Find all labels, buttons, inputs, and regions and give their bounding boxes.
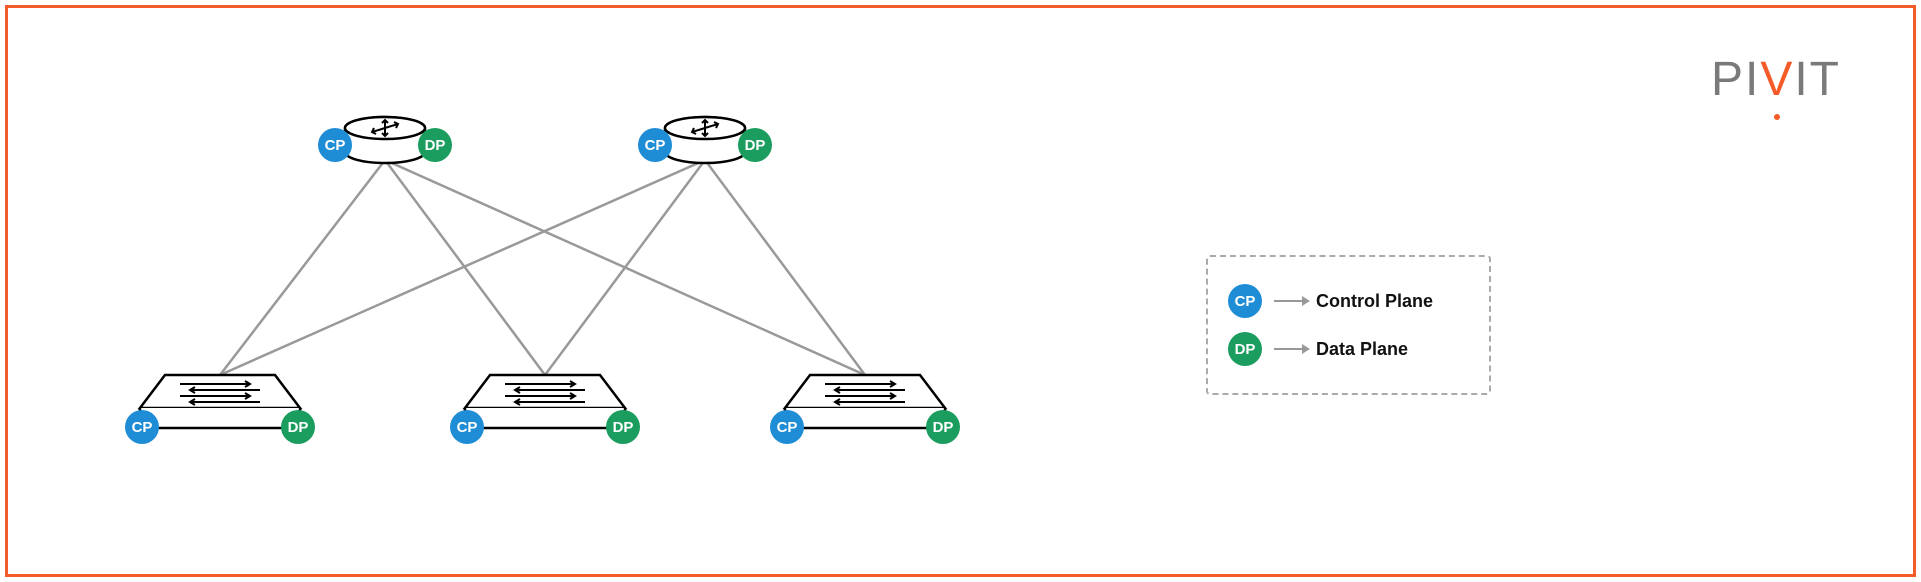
link-r2-s2 — [545, 160, 705, 375]
switch-3: CP DP — [780, 370, 950, 435]
switch-icon — [460, 370, 630, 435]
switch-icon — [135, 370, 305, 435]
dp-badge: DP — [926, 410, 960, 444]
router-1: CP DP — [340, 100, 430, 165]
arrow-icon — [1274, 348, 1304, 350]
legend-dp-badge: DP — [1228, 332, 1262, 366]
dp-badge: DP — [606, 410, 640, 444]
switch-2: CP DP — [460, 370, 630, 435]
logo-text-v: V — [1760, 53, 1794, 106]
cp-badge: CP — [125, 410, 159, 444]
router-icon — [660, 100, 750, 165]
router-icon — [340, 100, 430, 165]
legend-cp-label: Control Plane — [1316, 291, 1433, 312]
dp-badge: DP — [418, 128, 452, 162]
router-2: CP DP — [660, 100, 750, 165]
dp-badge: DP — [738, 128, 772, 162]
legend-dp-row: DP Data Plane — [1228, 332, 1469, 366]
legend-dp-label: Data Plane — [1316, 339, 1408, 360]
logo-text-pi: PI — [1711, 53, 1760, 106]
logo-dot-icon — [1774, 114, 1780, 120]
cp-badge: CP — [770, 410, 804, 444]
link-r2-s3 — [705, 160, 865, 375]
legend-cp-row: CP Control Plane — [1228, 284, 1469, 318]
legend-cp-badge: CP — [1228, 284, 1262, 318]
link-r1-s1 — [220, 160, 385, 375]
cp-badge: CP — [318, 128, 352, 162]
network-diagram: CP DP CP DP — [100, 90, 1000, 490]
cp-badge: CP — [450, 410, 484, 444]
dp-badge: DP — [281, 410, 315, 444]
link-r2-s1 — [220, 160, 705, 375]
switch-1: CP DP — [135, 370, 305, 435]
legend-box: CP Control Plane DP Data Plane — [1206, 255, 1491, 395]
logo-text-it: IT — [1794, 53, 1841, 106]
cp-badge: CP — [638, 128, 672, 162]
arrow-icon — [1274, 300, 1304, 302]
pivit-logo: PIVIT — [1711, 52, 1841, 107]
switch-icon — [780, 370, 950, 435]
